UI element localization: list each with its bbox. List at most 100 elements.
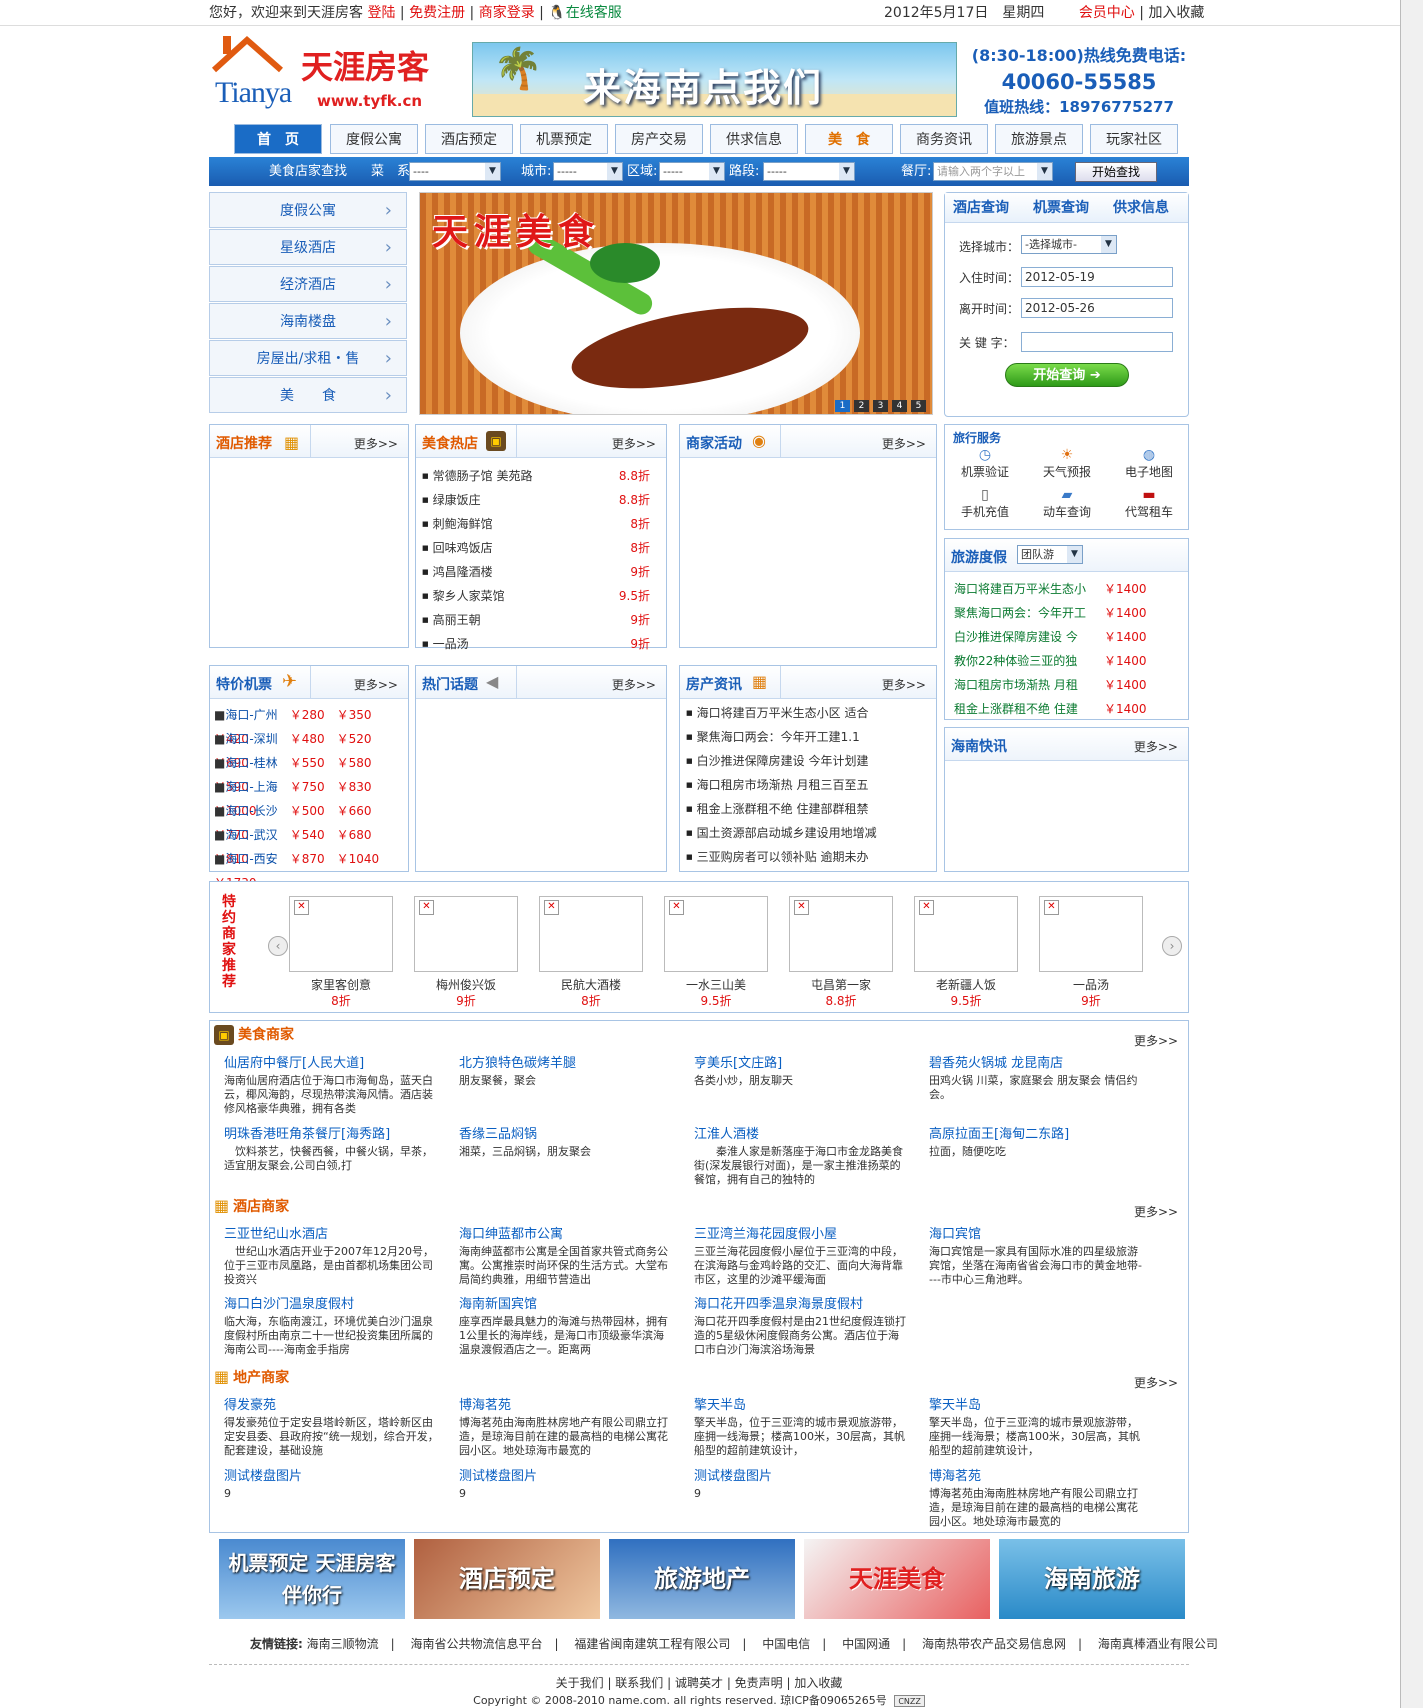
search-button[interactable]: 开始查找 [1075, 162, 1157, 182]
merchant-thumbnail[interactable] [1039, 896, 1143, 972]
footer-link-jobs[interactable]: 诚聘英才 [675, 1676, 723, 1690]
merchant-name[interactable]: 民航大酒楼 [531, 976, 651, 993]
list-item[interactable]: ￥1400 教你22种体验三亚的独 [954, 652, 1174, 669]
train-query[interactable]: ▰ 动车查询 [1027, 487, 1107, 520]
merchant-thumbnail[interactable] [539, 896, 643, 972]
e-map[interactable]: ◍ 电子地图 [1109, 447, 1189, 480]
merchant-card[interactable]: 碧香苑火锅城 龙昆南店 田鸡火锅 川菜，家庭聚会 朋友聚会 情侣约会。 [929, 1052, 1144, 1102]
hainan-banner[interactable]: 🌴 来海南点我们 [472, 42, 957, 117]
road-select[interactable]: ----- [763, 162, 855, 181]
slider-page[interactable]: 4 [892, 400, 907, 412]
merchant-thumbnail[interactable] [914, 896, 1018, 972]
tab-flight-query[interactable]: 机票查询 [1033, 193, 1089, 223]
list-item[interactable]: ■海口-桂林 ￥550 ￥580 ￥590 [214, 751, 404, 794]
merchant-name[interactable]: 家里客创意 [281, 976, 401, 993]
friend-link[interactable]: 海南真棒酒业有限公司 [1098, 1637, 1218, 1651]
slider-page[interactable]: 5 [911, 400, 926, 412]
merchant-card[interactable]: 得发豪苑 得发豪苑位于定安县塔岭新区，塔岭新区由定安县委、县政府按“统一规划，综合… [224, 1394, 439, 1458]
menu-food[interactable]: 美 食 › [209, 377, 407, 413]
friend-link[interactable]: 福建省闽南建筑工程有限公司 [574, 1637, 730, 1651]
nav-home[interactable]: 首 页 [234, 124, 322, 154]
merchant-card[interactable]: 擎天半岛 擎天半岛，位于三亚湾的城市景观旅游带，座拥一线海景；楼高100米，30层… [929, 1394, 1144, 1458]
tab-hotel-query[interactable]: 酒店查询 [953, 193, 1009, 223]
merchant-thumbnail[interactable] [414, 896, 518, 972]
slider-page[interactable]: 1 [835, 400, 850, 412]
keyword-input[interactable] [1021, 332, 1173, 352]
merchant-card[interactable]: 测试楼盘图片 9 [459, 1465, 674, 1501]
weather-forecast[interactable]: ☀ 天气预报 [1027, 447, 1107, 480]
merchant-card[interactable]: 北方狼特色碳烤羊腿 朋友聚餐，聚会 [459, 1052, 674, 1088]
food-slider[interactable]: 天涯美食 1 2 3 4 5 [419, 192, 933, 415]
merchant-card[interactable]: 擎天半岛 擎天半岛，位于三亚湾的城市景观旅游带，座拥一线海景；楼高100米，30层… [694, 1394, 909, 1458]
friend-link[interactable]: 海南省公共物流信息平台 [411, 1637, 543, 1651]
site-logo[interactable]: 天涯房客 Tianya www.tyfk.cn [209, 34, 459, 114]
nav-attractions[interactable]: 旅游景点 [995, 124, 1083, 154]
checkout-date-input[interactable]: 2012-05-26 [1021, 298, 1173, 318]
more-link[interactable]: 更多>> [354, 435, 398, 452]
list-item[interactable]: 回味鸡饭店8折 [422, 536, 660, 560]
merchant-thumbnail[interactable] [789, 896, 893, 972]
list-item[interactable]: ■海口-西安 ￥870 ￥1040 ￥1730 [214, 847, 404, 890]
merchant-card[interactable]: 三亚世纪山水酒店 世纪山水酒店开业于2007年12月20号，位于三亚市凤凰路，是… [224, 1223, 439, 1287]
more-link[interactable]: 更多>> [1134, 1374, 1398, 1391]
footer-link-about[interactable]: 关于我们 [556, 1676, 604, 1690]
menu-rent-sale[interactable]: 房屋出/求租・售 › [209, 340, 407, 376]
friend-link[interactable]: 海南热带农产品交易信息网 [922, 1637, 1066, 1651]
merchant-card[interactable]: 高原拉面王[海甸二东路] 拉面，随便吃吃 [929, 1123, 1144, 1159]
nav-food[interactable]: 美 食 [805, 124, 893, 154]
nav-realty[interactable]: 房产交易 [615, 124, 703, 154]
list-item[interactable]: 刺鲍海鲜馆8折 [422, 512, 660, 536]
city-select[interactable]: ----- [553, 162, 623, 181]
list-item[interactable]: 三亚购房者可以领补贴 逾期未办 [686, 845, 930, 869]
prev-arrow-icon[interactable]: ‹ [268, 936, 288, 956]
merchant-card[interactable]: 仙居府中餐厅[人民大道] 海南仙居府酒店位于海口市海甸岛，蓝天白云，椰风海韵，尽现… [224, 1052, 439, 1116]
list-item[interactable]: 聚焦海口两会：今年开工建1.1 [686, 725, 930, 749]
start-query-button[interactable]: 开始查询 ➔ [1005, 363, 1129, 387]
nav-community[interactable]: 玩家社区 [1090, 124, 1178, 154]
merchant-card[interactable]: 海南新国宾馆 座享西岸最具魅力的海滩与热带园林，拥有1公里长的海岸线，是海口市顶级… [459, 1293, 674, 1357]
next-arrow-icon[interactable]: › [1162, 936, 1182, 956]
list-item[interactable]: ￥1400 海口将建百万平米生态小 [954, 580, 1174, 597]
ad-hotel-booking[interactable]: 酒店预定 [414, 1539, 600, 1619]
nav-hotel-booking[interactable]: 酒店预定 [425, 124, 513, 154]
merchant-card[interactable]: 博海茗苑 博海茗苑由海南胜林房地产有限公司鼎立打造，是琼海目前在建的最高档的电梯公… [459, 1394, 674, 1458]
ad-flight-booking[interactable]: 机票预定 天涯房客伴你行 [219, 1539, 405, 1619]
checkin-date-input[interactable]: 2012-05-19 [1021, 267, 1173, 287]
list-item[interactable]: 海口租房市场渐热 月租三百至五 [686, 773, 930, 797]
list-item[interactable]: 国土资源部启动城乡建设用地增减 [686, 821, 930, 845]
area-select[interactable]: ----- [659, 162, 725, 181]
register-link[interactable]: 免费注册 [409, 5, 465, 21]
online-service-link[interactable]: 在线客服 [566, 5, 622, 21]
nav-business-news[interactable]: 商务资讯 [900, 124, 988, 154]
car-rental[interactable]: ▬ 代驾租车 [1109, 487, 1189, 520]
merchant-card[interactable]: 亨美乐[文庄路] 各类小炒，朋友聊天 [694, 1052, 909, 1088]
more-link[interactable]: 更多>> [1134, 1032, 1398, 1049]
more-link[interactable]: 更多>> [1134, 1203, 1398, 1220]
slider-page[interactable]: 2 [854, 400, 869, 412]
merchant-card[interactable]: 香缘三品焖锅 湘菜，三品焖锅，朋友聚会 [459, 1123, 674, 1159]
query-city-select[interactable]: -选择城市- [1021, 235, 1117, 254]
list-item[interactable]: 黎乡人家菜馆9.5折 [422, 584, 660, 608]
more-link[interactable]: 更多>> [882, 435, 926, 452]
list-item[interactable]: 鸿昌隆酒楼9折 [422, 560, 660, 584]
menu-budget-hotel[interactable]: 经济酒店 › [209, 266, 407, 302]
merchant-thumbnail[interactable] [664, 896, 768, 972]
list-item[interactable]: 高丽王朝9折 [422, 608, 660, 632]
merchant-name[interactable]: 老新疆人饭 [906, 976, 1026, 993]
stats-badge[interactable]: CNZZ [894, 1695, 925, 1707]
merchant-card[interactable]: 测试楼盘图片 9 [224, 1465, 439, 1501]
nav-vacation-apartment[interactable]: 度假公寓 [330, 124, 418, 154]
list-item[interactable]: ■海口-深圳 ￥480 ￥520 ￥690 [214, 727, 404, 770]
merchant-card[interactable]: 测试楼盘图片 9 [694, 1465, 909, 1501]
ticket-verify[interactable]: ◷ 机票验证 [945, 447, 1025, 480]
merchant-card[interactable]: 海口绅蓝都市公寓 海南绅蓝都市公寓是全国首家共管式商务公寓。公寓推崇时尚环保的生活… [459, 1223, 674, 1287]
list-item[interactable]: ■海口-广州 ￥280 ￥350 ￥420 [214, 703, 404, 746]
friend-link[interactable]: 海南三顺物流 [307, 1637, 379, 1651]
merchant-card[interactable]: 博海茗苑 博海茗苑由海南胜林房地产有限公司鼎立打造，是琼海目前在建的最高档的电梯公… [929, 1465, 1144, 1529]
merchant-card[interactable]: 海口花开四季温泉海景度假村 海口花开四季度假村是由21世纪度假连锁打造的5星级休闲… [694, 1293, 909, 1357]
list-item[interactable]: ■海口-长沙 ￥500 ￥660 ￥770 [214, 799, 404, 842]
merchant-card[interactable]: 海口白沙门温泉度假村 临大海，东临南渡江，环境优美白沙门温泉度假村所由南京二十一世… [224, 1293, 439, 1357]
list-item[interactable]: ■海口-上海 ￥750 ￥830 ￥1000 [214, 775, 404, 818]
merchant-card[interactable]: 海口宾馆 海口宾馆是一家具有国际水准的四星级旅游宾馆，坐落在海南省省会海口市的黄金… [929, 1223, 1144, 1287]
friend-link[interactable]: 中国电信 [762, 1637, 810, 1651]
